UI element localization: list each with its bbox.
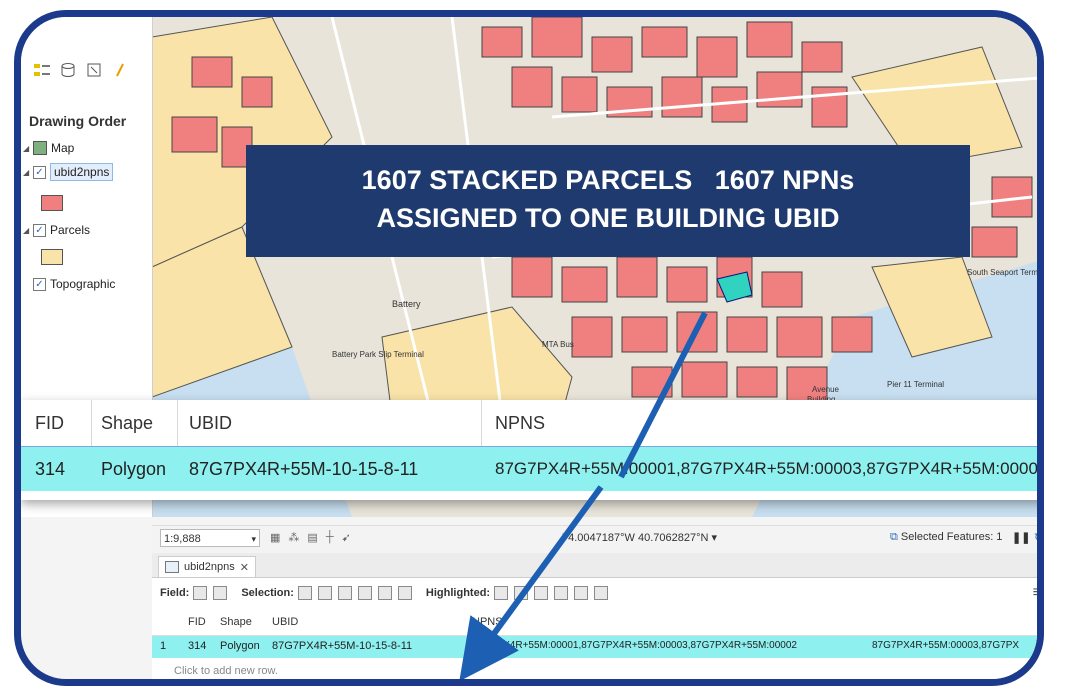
contents-toolbar: [33, 61, 129, 79]
select-by-attributes-icon[interactable]: [297, 586, 312, 600]
table-grid-icon[interactable]: ▤: [307, 531, 317, 544]
calculate-field-icon[interactable]: [213, 586, 228, 600]
collapse-icon[interactable]: ◢: [23, 144, 29, 153]
add-new-row[interactable]: Click to add new row.: [174, 665, 278, 677]
callout-table-row: 314 Polygon 87G7PX4R+55M-10-15-8-11 87G7…: [21, 446, 1044, 491]
header-npns[interactable]: NPNS: [472, 616, 503, 628]
header-shape[interactable]: Shape: [220, 616, 252, 628]
screenshot-frame: Battery Battery Park Slip Terminal Pier …: [14, 10, 1044, 686]
add-field-icon[interactable]: [193, 586, 208, 600]
snapping-icon[interactable]: ⁂: [288, 531, 299, 544]
coordinate-value: 74.0047187°W 40.7062827°N: [562, 532, 709, 544]
switch-selection-icon[interactable]: [337, 586, 352, 600]
coordinate-readout[interactable]: 74.0047187°W 40.7062827°N ▾: [562, 531, 717, 544]
map-status-bar: 1:9,888 ▾ ▦ ⁂ ▤ ┼ ➹ 74.0047187°W 40.7062…: [152, 525, 1037, 552]
layer-ubid2npns[interactable]: ◢ ✓ ubid2npns: [23, 163, 114, 181]
zoom-to-selection-icon[interactable]: [317, 586, 332, 600]
map-label-south-terminal: South Seaport Terminal: [967, 268, 1044, 277]
list-by-source-icon[interactable]: [59, 61, 77, 79]
list-by-drawing-order-icon[interactable]: [33, 61, 51, 79]
banner-line-2: ASSIGNED TO ONE BUILDING UBID: [376, 203, 840, 233]
attribute-table-pane: ubid2npns ✕ Field: Selection: Highlighte…: [152, 553, 1037, 679]
header-fid[interactable]: FID: [188, 616, 206, 628]
layer-check-icon[interactable]: ✓: [33, 165, 46, 179]
zoom-to-highlighted-icon[interactable]: [494, 586, 509, 600]
delete-selected-icon[interactable]: [377, 586, 392, 600]
layer-name: Map: [51, 141, 75, 155]
layer-check-icon[interactable]: ✓: [33, 277, 46, 291]
copy-highlighted-icon[interactable]: [594, 586, 609, 600]
field-label: Field:: [160, 587, 190, 599]
map-label-terminal: Battery Park Slip Terminal: [332, 350, 424, 359]
table-row[interactable]: 1 314 Polygon 87G7PX4R+55M-10-15-8-11 87…: [152, 636, 1037, 658]
callout-header-shape: Shape: [101, 412, 154, 433]
map-label-pier: Pier 11 Terminal: [887, 380, 944, 389]
delete-highlighted-icon[interactable]: [574, 586, 589, 600]
selection-label: Selection:: [241, 587, 294, 599]
callout-cell-npns: 87G7PX4R+55M:00001,87G7PX4R+55M:00003,87…: [495, 459, 1044, 478]
clear-selection-icon[interactable]: [357, 586, 372, 600]
layer-name: Parcels: [50, 223, 91, 237]
cell-npns-overflow[interactable]: 87G7PX4R+55M:00003,87G7PX: [872, 640, 1019, 651]
cell-ubid[interactable]: 87G7PX4R+55M-10-15-8-11: [272, 640, 412, 652]
layer-check-icon[interactable]: ✓: [33, 223, 46, 237]
table-toolbar: Field: Selection: Highlighted: ≡: [152, 579, 1037, 607]
callout-cell-fid: 314: [35, 458, 66, 479]
selection-icon: ⧉: [890, 531, 901, 543]
switch-highlighted-icon[interactable]: [534, 586, 549, 600]
drawing-order-heading: Drawing Order: [29, 113, 127, 129]
callout-cell-ubid: 87G7PX4R+55M-10-15-8-11: [189, 458, 419, 479]
zoomed-attribute-callout: FID Shape UBID NPNS 314 Polygon 87G7PX4R…: [21, 400, 1044, 500]
parcels-symbol-swatch[interactable]: [41, 249, 63, 265]
header-ubid[interactable]: UBID: [272, 616, 298, 628]
cell-shape[interactable]: Polygon: [220, 640, 260, 652]
table-icon: [165, 561, 179, 573]
map-label-avenue: Avenue: [812, 385, 840, 394]
layer-name: Topographic: [50, 277, 116, 291]
chevron-down-icon[interactable]: ▾: [251, 530, 256, 548]
map-nav-tools: ▦ ⁂ ▤ ┼ ➹: [270, 531, 351, 544]
pause-icon[interactable]: ❚❚: [1012, 531, 1030, 544]
row-index: 1: [160, 640, 167, 652]
banner-line-1: 1607 STACKED PARCELS 1607 NPNs: [361, 165, 855, 195]
callout-cell-shape: Polygon: [101, 458, 167, 479]
ubid2npns-symbol-swatch[interactable]: [41, 195, 63, 211]
pan-to-highlighted-icon[interactable]: [514, 586, 529, 600]
close-icon[interactable]: ✕: [240, 561, 249, 574]
callout-header-npns: NPNS: [495, 412, 546, 433]
scale-selector[interactable]: 1:9,888 ▾: [160, 529, 260, 547]
table-tab-strip: ubid2npns ✕: [152, 553, 1037, 578]
map-label-mta: MTA Bus: [542, 340, 574, 349]
selected-features-text: Selected Features: 1: [900, 531, 1003, 543]
layer-map[interactable]: ◢ Map: [23, 141, 74, 155]
grid-tool-icon[interactable]: ▦: [270, 531, 280, 544]
layer-name: ubid2npns: [50, 163, 114, 181]
crosshair-icon[interactable]: ┼: [326, 531, 334, 544]
callout-header-ubid: UBID: [189, 412, 233, 433]
table-menu-icon[interactable]: ≡: [1033, 584, 1037, 602]
tab-label: ubid2npns: [184, 561, 235, 573]
unhighlight-icon[interactable]: [554, 586, 569, 600]
list-by-selection-icon[interactable]: [85, 61, 103, 79]
cell-fid[interactable]: 314: [188, 640, 206, 652]
scale-value: 1:9,888: [164, 533, 201, 545]
layer-parcels[interactable]: ◢ ✓ Parcels: [23, 223, 90, 237]
highlighted-label: Highlighted:: [425, 587, 491, 599]
tab-ubid2npns[interactable]: ubid2npns ✕: [158, 556, 256, 577]
edit-pencil-icon[interactable]: [111, 61, 129, 79]
map-label-battery: Battery: [392, 299, 421, 309]
selected-features-indicator[interactable]: ⧉ Selected Features: 1: [890, 531, 1002, 544]
collapse-icon[interactable]: ◢: [23, 226, 29, 235]
refresh-icon[interactable]: ↻: [1034, 531, 1037, 544]
cell-npns[interactable]: 87G7PX4R+55M:00001,87G7PX4R+55M:00003,87…: [472, 640, 797, 651]
callout-header-fid: FID: [35, 412, 64, 433]
annotation-banner: 1607 STACKED PARCELS 1607 NPNs ASSIGNED …: [246, 145, 970, 257]
table-header-row: FID Shape UBID NPNS: [152, 611, 1037, 636]
chevron-down-icon[interactable]: ▾: [711, 532, 717, 544]
copy-selected-icon[interactable]: [397, 586, 412, 600]
pointer-tool-icon[interactable]: ➹: [342, 531, 351, 544]
layer-topographic[interactable]: ✓ Topographic: [33, 277, 115, 291]
collapse-icon[interactable]: ◢: [23, 168, 29, 177]
map-icon: [33, 141, 47, 155]
